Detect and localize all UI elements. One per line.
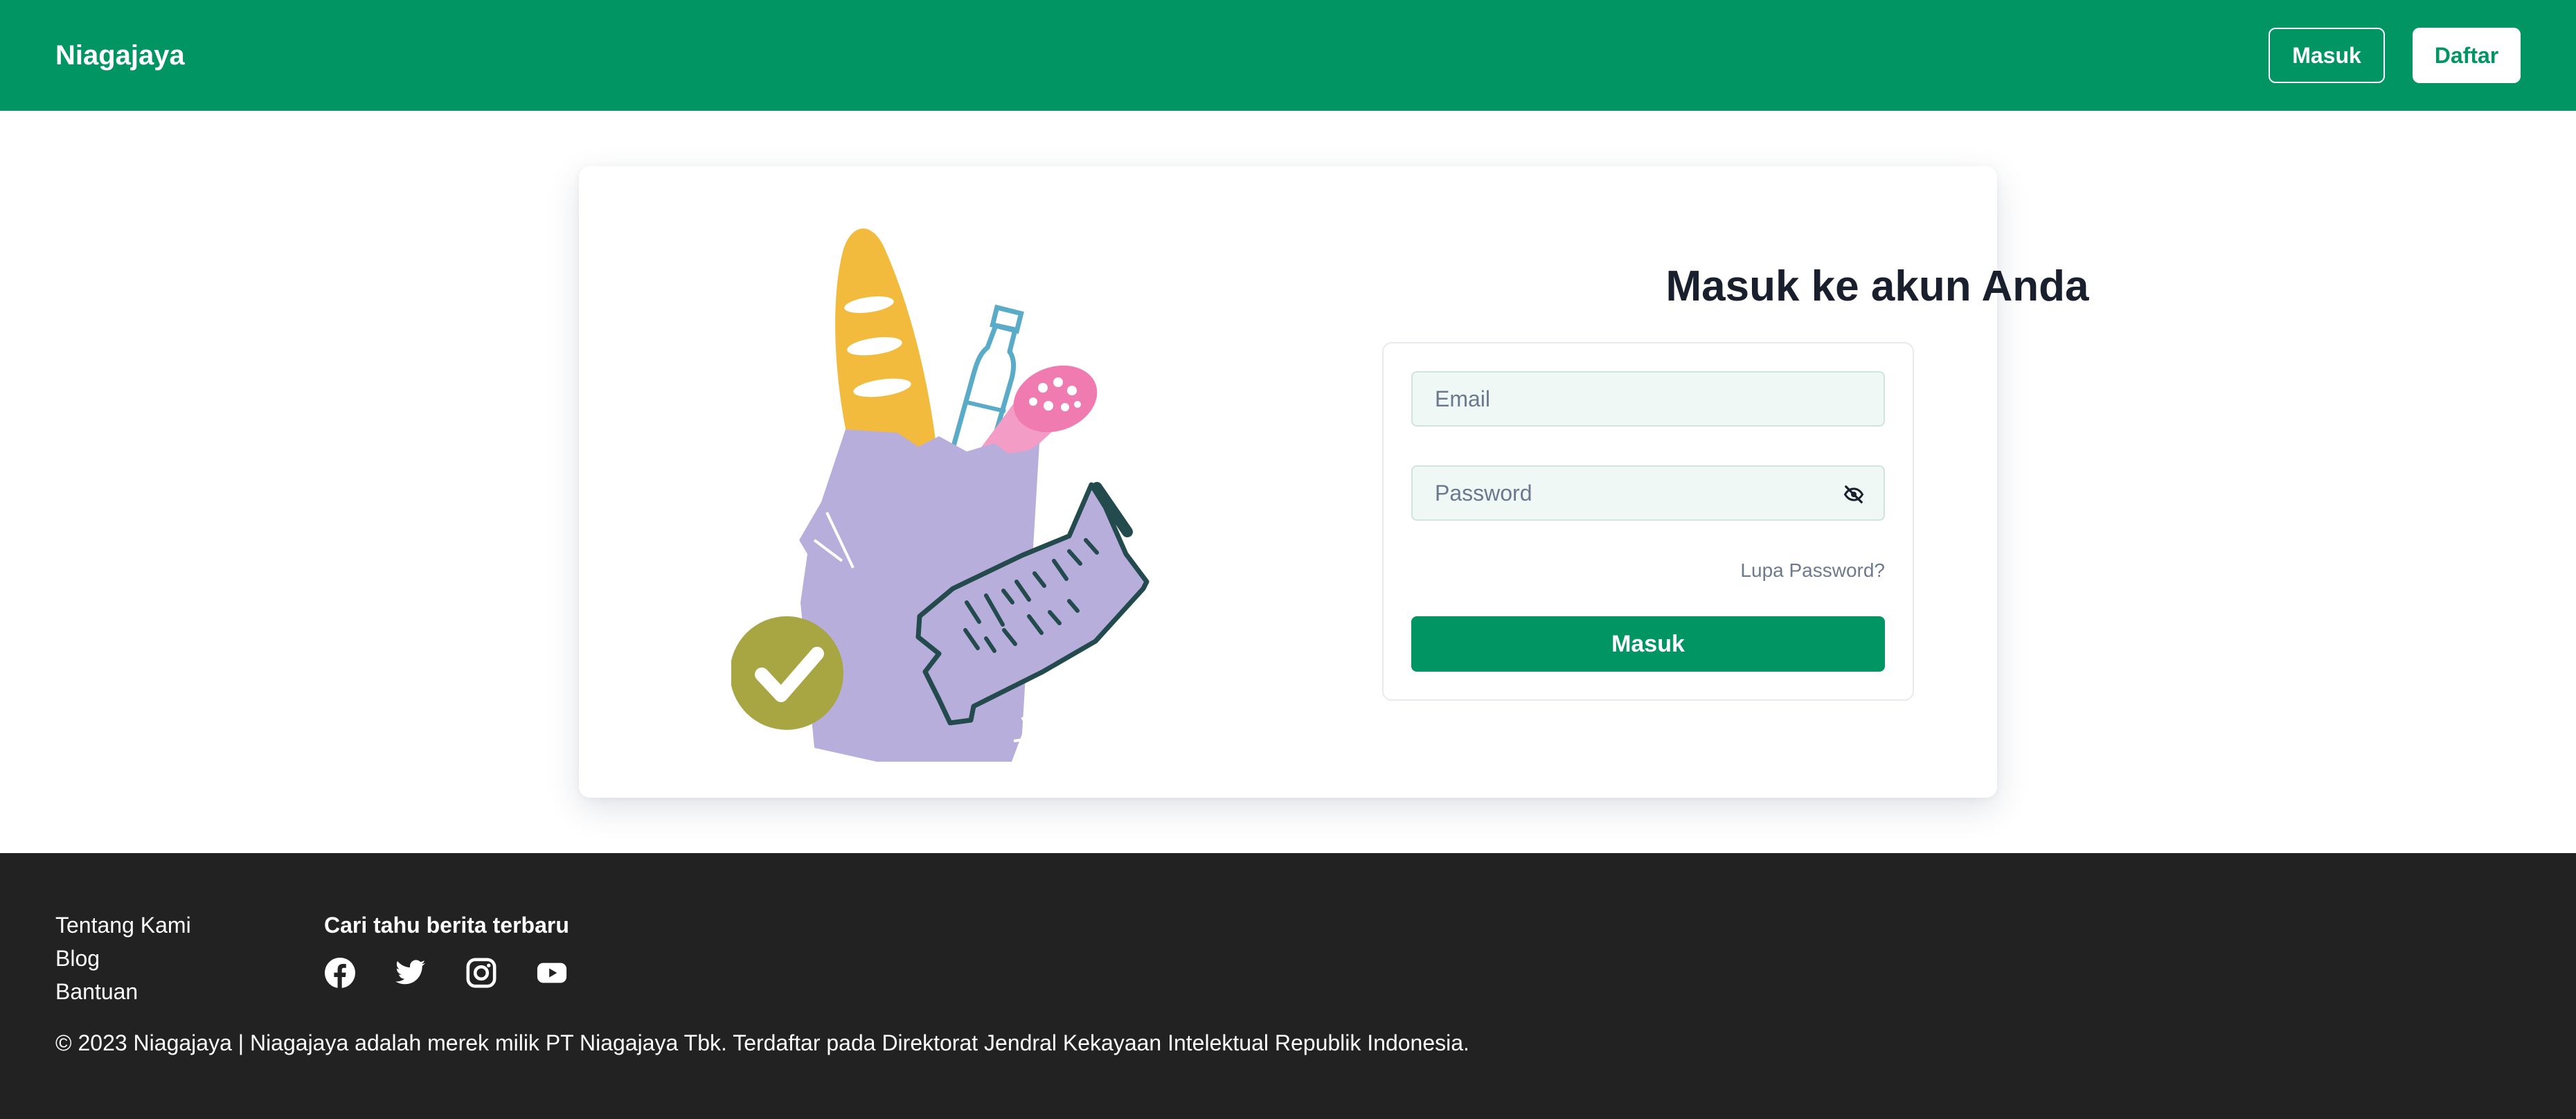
footer-links: Tentang Kami Blog Bantuan — [55, 908, 191, 1008]
login-form: Lupa Password? Masuk — [1382, 342, 1914, 701]
login-card: Masuk ke akun Anda Lupa Password? Masuk — [579, 166, 2089, 798]
footer-link-blog[interactable]: Blog — [55, 942, 191, 975]
facebook-icon[interactable] — [324, 957, 356, 989]
footer: Tentang Kami Blog Bantuan Cari tahu beri… — [0, 853, 2576, 1119]
social-icons — [324, 957, 569, 989]
copyright-text: © 2023 Niagajaya | Niagajaya adalah mere… — [55, 1030, 1469, 1055]
password-field-wrapper — [1411, 465, 1885, 521]
footer-link-about[interactable]: Tentang Kami — [55, 908, 191, 942]
header-actions: Masuk Daftar — [2269, 28, 2521, 83]
grocery-bag-illustration — [731, 229, 1150, 762]
social-section: Cari tahu berita terbaru — [324, 908, 569, 989]
submit-login-button[interactable]: Masuk — [1411, 616, 1885, 672]
email-input[interactable] — [1413, 373, 1884, 425]
youtube-icon[interactable] — [536, 957, 568, 989]
brand-logo[interactable]: Niagajaya — [55, 40, 185, 71]
social-title: Cari tahu berita terbaru — [324, 913, 569, 938]
instagram-icon[interactable] — [465, 957, 497, 989]
register-button[interactable]: Daftar — [2413, 28, 2521, 83]
login-title: Masuk ke akun Anda — [1665, 262, 2089, 310]
top-navbar: Niagajaya Masuk Daftar — [0, 0, 2576, 111]
eye-off-icon[interactable] — [1843, 485, 1864, 504]
forgot-password-link[interactable]: Lupa Password? — [1740, 560, 1885, 582]
footer-link-help[interactable]: Bantuan — [55, 975, 191, 1008]
email-field-wrapper — [1411, 371, 1885, 427]
login-button[interactable]: Masuk — [2269, 28, 2385, 83]
twitter-icon[interactable] — [395, 957, 427, 989]
password-input[interactable] — [1413, 467, 1884, 519]
